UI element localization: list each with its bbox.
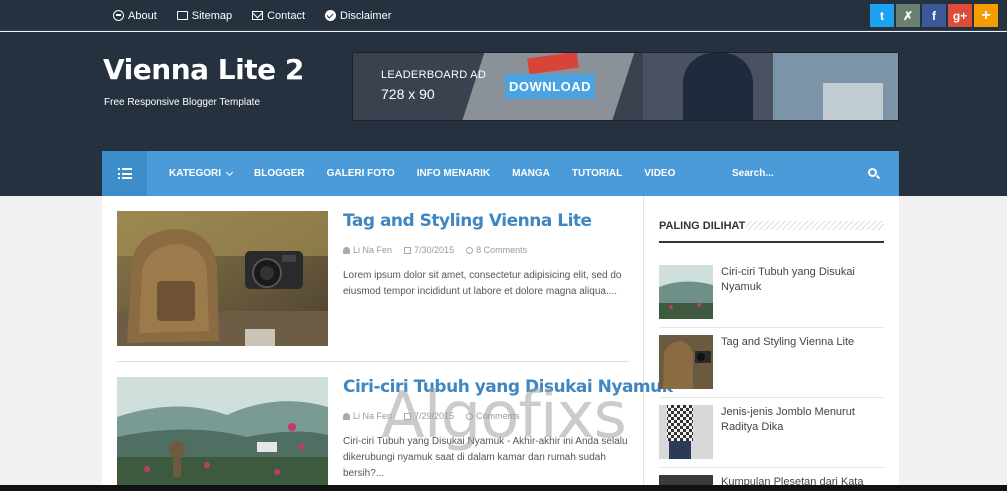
title-hatch-decoration [745,221,884,230]
sitemap-link[interactable]: Sitemap [176,9,233,22]
search-box [729,151,899,196]
sidebar-divider [659,397,884,398]
list-icon [117,168,132,179]
twitter-icon[interactable]: t [870,4,894,27]
menu-button[interactable] [102,151,147,196]
popular-post-thumbnail[interactable] [659,335,713,389]
ad-size: 728 x 90 [381,86,435,102]
landscape-thumbnail-image [659,265,713,319]
facebook-icon[interactable]: f [922,4,946,27]
ad-background-shape [823,83,883,120]
post-author-name: Li Na Fen [353,245,393,255]
search-input[interactable] [732,168,862,179]
popular-post-thumbnail[interactable] [659,265,713,319]
site-description: Free Responsive Blogger Template [104,97,261,108]
popular-post-title[interactable]: Tag and Styling Vienna Lite [721,335,881,350]
sidebar-divider [659,327,884,328]
landscape-flowers-image [117,377,328,485]
popular-post-title[interactable]: Jenis-jenis Jomblo Menurut Raditya Dika [721,405,881,435]
disclaimer-link-label: Disclaimer [340,9,392,22]
post-date-value: 7/30/2015 [414,245,455,255]
nav-item-tutorial[interactable]: TUTORIAL [572,168,622,179]
ad-person-image [683,53,753,120]
search-icon[interactable] [868,168,877,177]
post-title[interactable]: Tag and Styling Vienna Lite [343,211,592,231]
person-thumbnail-image [659,405,713,459]
delicious-icon[interactable]: ✗ [896,4,920,27]
chevron-down-icon [226,168,234,176]
sidebar-title-underline [659,241,884,243]
about-link-label: About [128,9,157,22]
nav-item-label: KATEGORI [169,168,222,179]
calendar-icon [404,246,412,254]
backpack-camera-image [117,211,328,346]
post-thumbnail[interactable] [117,211,328,346]
nav-item-video[interactable]: VIDEO [644,168,675,179]
check-circle-icon [325,10,337,21]
post-excerpt: Lorem ipsum dolor sit amet, consectetur … [343,270,622,297]
social-buttons: t ✗ f g+ + [870,4,998,27]
popular-post-item[interactable]: Tag and Styling Vienna Lite [659,335,884,389]
nav-item-galeri-foto[interactable]: GALERI FOTO [327,168,395,179]
popular-post-title[interactable]: Ciri-ciri Tubuh yang Disukai Nyamuk [721,265,881,295]
post-author[interactable]: Li Na Fen [343,245,392,255]
leaderboard-ad[interactable]: LEADERBOARD AD 728 x 90 DOWNLOAD [352,52,899,121]
nav-item-info-menarik[interactable]: INFO MENARIK [417,168,490,179]
post-comments-count: 8 Comments [476,245,528,255]
user-icon [343,246,350,254]
bottom-bar [0,485,1007,491]
download-button[interactable]: DOWNLOAD [505,74,595,99]
nav-item-blogger[interactable]: BLOGGER [254,168,305,179]
about-link[interactable]: About [113,10,157,22]
info-circle-icon [113,10,124,21]
ad-label: LEADERBOARD AD [381,69,487,81]
contact-link-label: Contact [267,9,306,22]
post-divider [117,361,629,362]
sidebar-title: PALING DILIHAT [659,220,746,232]
column-divider [643,196,644,491]
top-links: About Sitemap Contact Disclaimer [113,0,411,31]
nav-item-manga[interactable]: MANGA [512,168,550,179]
popular-post-item[interactable]: Ciri-ciri Tubuh yang Disukai Nyamuk [659,265,884,319]
google-plus-icon[interactable]: g+ [948,4,972,27]
top-bar: About Sitemap Contact Disclaimer t ✗ f g… [0,0,1007,31]
post-thumbnail[interactable] [117,377,328,485]
backpack-thumbnail-image [659,335,713,389]
envelope-icon [252,11,264,20]
contact-link[interactable]: Contact [252,10,305,22]
post-date: 7/30/2015 [404,245,454,255]
nav-item-kategori[interactable]: KATEGORI [169,168,234,179]
sitemap-link-label: Sitemap [191,9,233,22]
popular-post-item[interactable]: Jenis-jenis Jomblo Menurut Raditya Dika [659,405,884,459]
post-meta: Li Na Fen 7/30/2015 8 Comments [343,245,527,255]
user-icon [343,412,350,420]
popular-post-thumbnail[interactable] [659,405,713,459]
disclaimer-link[interactable]: Disclaimer [325,10,391,22]
main-nav: KATEGORI BLOGGER GALERI FOTO INFO MENARI… [102,151,899,196]
watermark-text: Algofixs [381,379,627,453]
post-item: Tag and Styling Vienna Lite Li Na Fen 7/… [117,211,629,351]
sidebar-divider [659,467,884,468]
comments-icon [466,246,474,254]
site-title[interactable]: Vienna Lite 2 [103,53,304,86]
folder-icon [176,11,188,20]
post-comments[interactable]: 8 Comments [466,245,527,255]
add-icon[interactable]: + [974,4,998,27]
